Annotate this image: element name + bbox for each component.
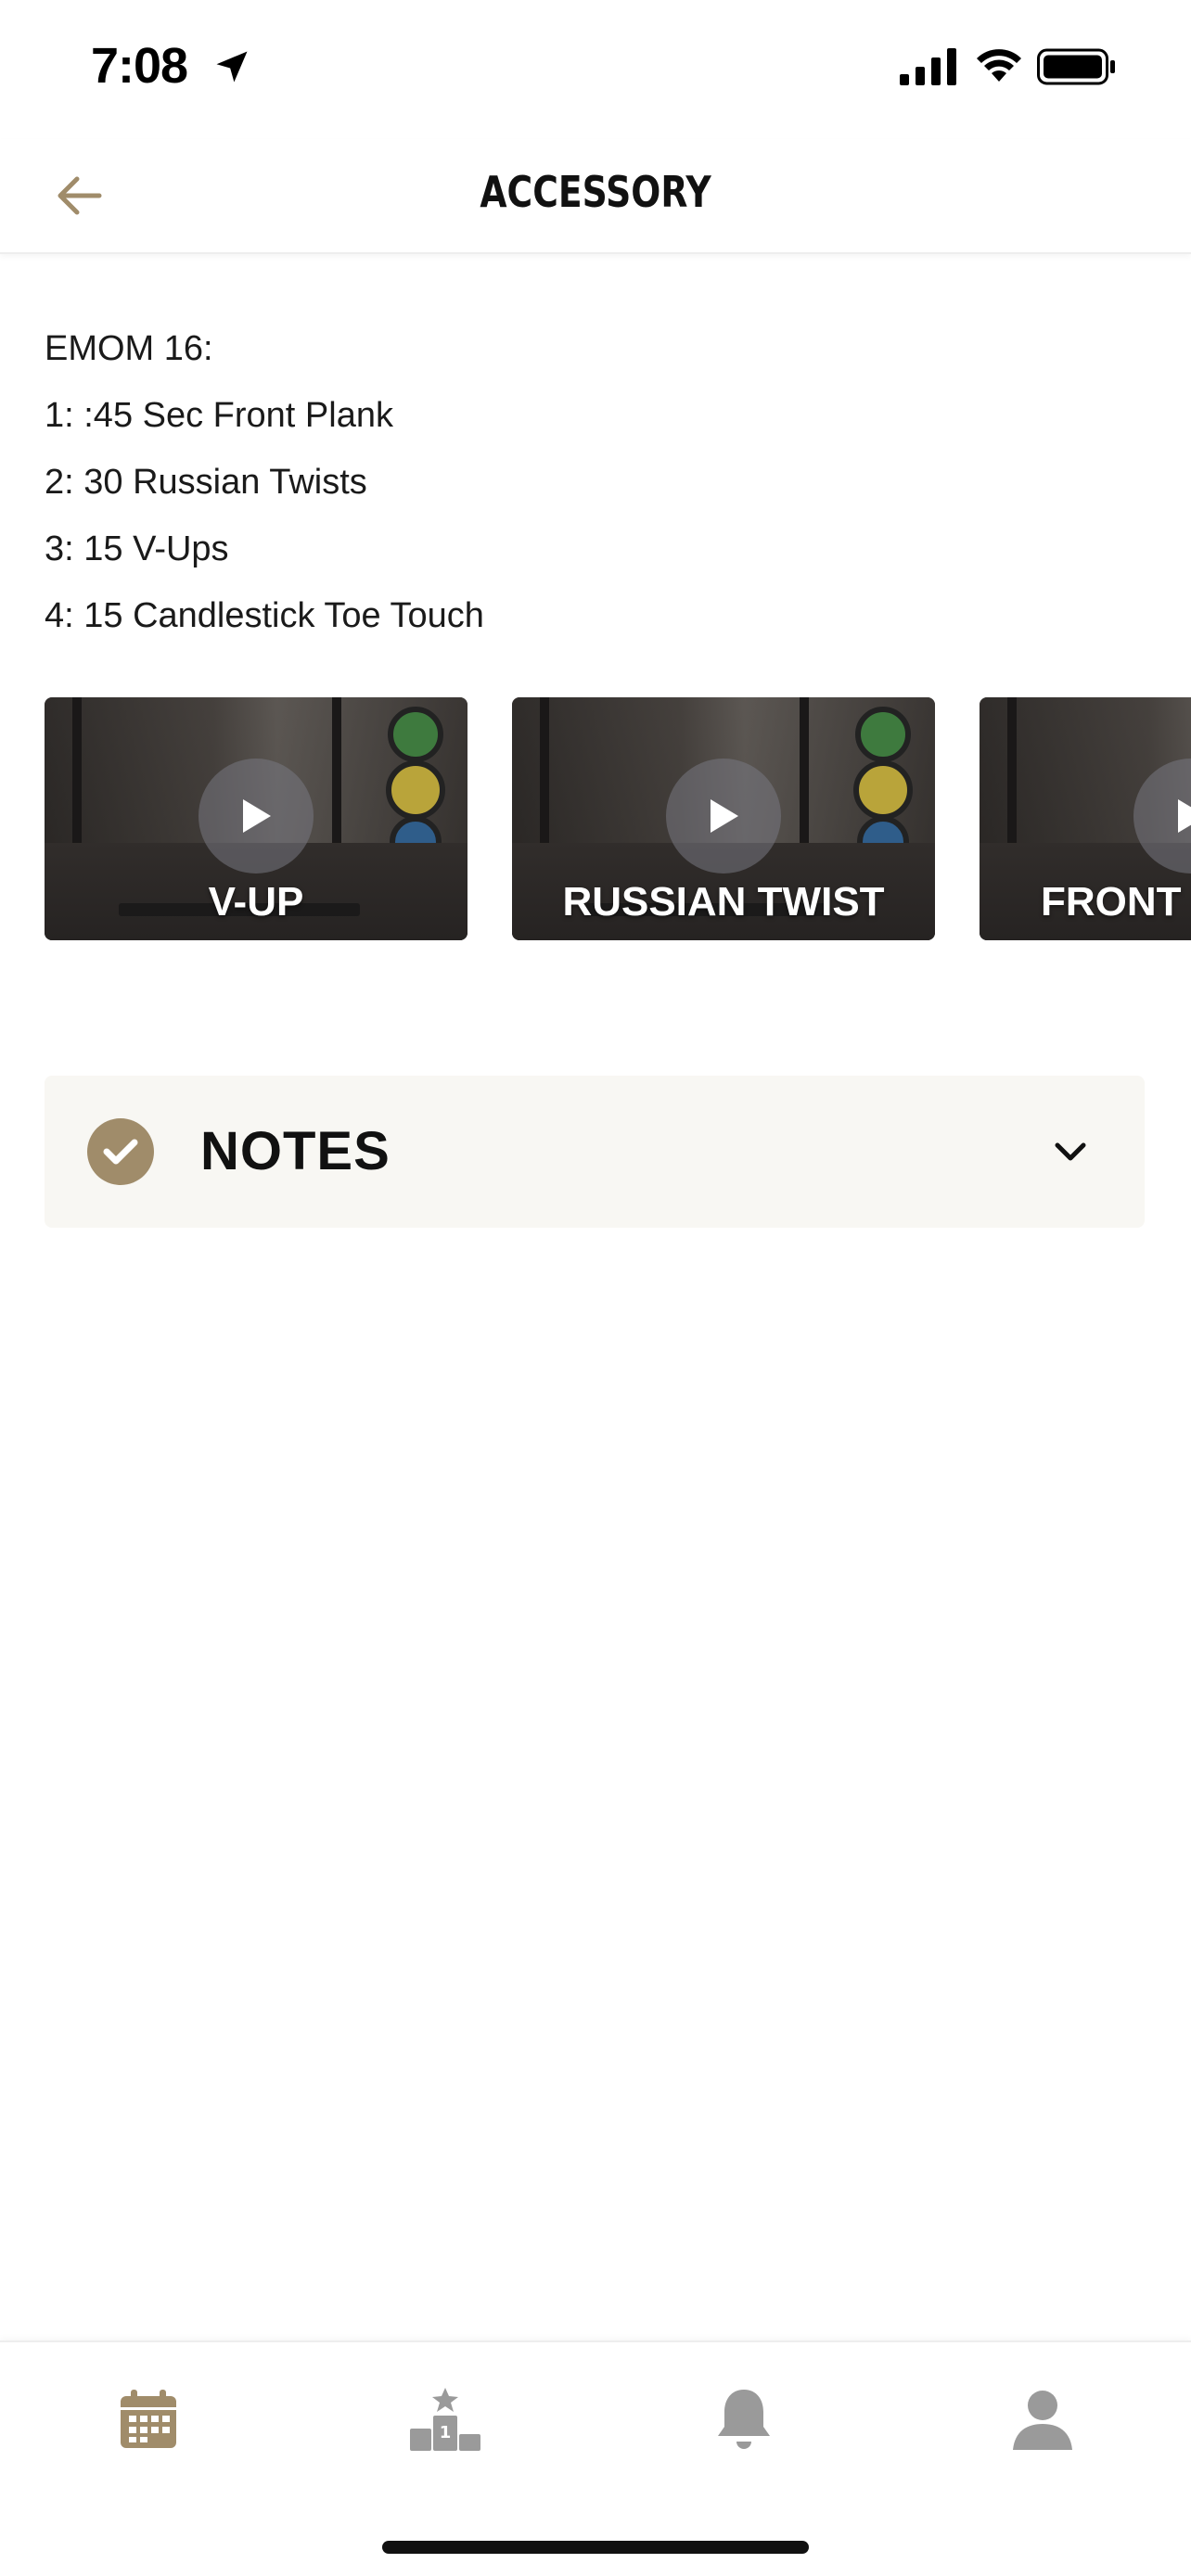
rack-decor [540,697,549,868]
rack-decor [72,697,82,868]
exercise-video-carousel[interactable]: V-UP RUSSIAN TWIST FRONT [45,697,1191,940]
bell-icon [718,2390,770,2449]
svg-text:1: 1 [440,2423,452,2442]
cellular-signal-icon [900,48,956,85]
workout-line: EMOM 16: [45,329,213,368]
video-label: RUSSIAN TWIST [562,879,885,925]
arrow-left-icon [58,176,102,215]
notes-accordion[interactable]: NOTES [45,1076,1145,1228]
play-button[interactable] [198,759,314,874]
calendar-icon [121,2390,176,2448]
workout-line: 2: 30 Russian Twists [45,463,367,502]
workout-line: 4: 15 Candlestick Toe Touch [45,596,484,635]
video-card-v-up[interactable]: V-UP [45,697,467,940]
tab-calendar[interactable] [93,2378,204,2461]
page-title: ACCESSORY [480,167,711,217]
home-indicator [382,2541,809,2554]
person-icon [1013,2391,1072,2450]
rack-decor [800,697,809,868]
workout-description: EMOM 16: 1: :45 Sec Front Plank 2: 30 Ru… [45,315,1139,649]
back-button[interactable] [46,163,111,228]
battery-icon [1037,48,1115,85]
location-arrow-icon [216,51,248,83]
tab-leaderboard[interactable]: 1 [390,2378,501,2461]
check-icon [103,1139,138,1165]
status-bar: 7:08 [0,0,1191,139]
tab-profile[interactable] [987,2378,1098,2461]
rack-decor [1007,697,1017,868]
checkmark-circle-icon [87,1118,154,1185]
video-card-front-plank[interactable]: FRONT [980,697,1191,940]
notes-title: NOTES [200,1121,391,1181]
nav-header: ACCESSORY [0,139,1191,254]
play-icon [243,799,271,833]
rack-decor [332,697,341,868]
play-button[interactable] [666,759,781,874]
podium-icon: 1 [410,2388,480,2451]
status-time: 7:08 [91,38,188,94]
plate-decor [386,760,445,820]
play-icon [711,799,738,833]
video-label: V-UP [208,879,304,925]
play-icon [1178,799,1191,833]
workout-line: 3: 15 V-Ups [45,529,229,568]
plate-decor [388,707,443,762]
tab-notifications[interactable] [688,2378,800,2461]
chevron-down-icon[interactable] [1052,1133,1089,1170]
workout-line: 1: :45 Sec Front Plank [45,396,393,435]
plate-decor [853,760,913,820]
video-card-russian-twist[interactable]: RUSSIAN TWIST [512,697,935,940]
video-label: FRONT [1041,879,1182,925]
wifi-icon [977,49,1021,82]
plate-decor [855,707,911,762]
